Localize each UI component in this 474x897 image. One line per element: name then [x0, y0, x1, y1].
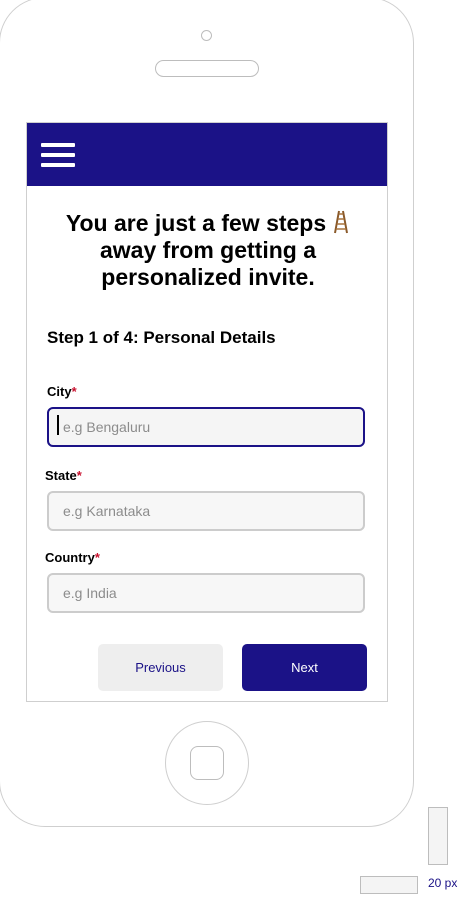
home-square-icon	[190, 746, 224, 780]
previous-button[interactable]: Previous	[98, 644, 223, 691]
camera-icon	[201, 30, 212, 41]
step-title: Step 1 of 4: Personal Details	[47, 328, 276, 347]
ladder-icon	[334, 210, 349, 234]
headline-line2: away from getting a personalized invite.	[100, 237, 316, 290]
page-headline: You are just a few steps away from getti…	[47, 210, 369, 291]
speaker-grille	[155, 60, 259, 77]
state-input[interactable]	[47, 491, 365, 531]
country-label: Country*	[45, 550, 100, 565]
scale-bar-vertical	[428, 807, 448, 865]
headline-line1: You are just a few steps	[65, 210, 327, 236]
app-screen: You are just a few steps away from getti…	[26, 122, 388, 702]
hamburger-menu-icon[interactable]	[41, 141, 75, 169]
country-input[interactable]	[47, 573, 365, 613]
home-button[interactable]	[165, 721, 249, 805]
scale-bar-horizontal	[360, 876, 418, 894]
next-button[interactable]: Next	[242, 644, 367, 691]
state-label: State*	[45, 468, 82, 483]
city-label: City*	[47, 384, 77, 399]
city-input[interactable]	[47, 407, 365, 447]
top-navigation-bar	[27, 123, 387, 186]
text-cursor	[57, 415, 59, 435]
phone-frame: You are just a few steps away from getti…	[0, 0, 414, 827]
scale-label: 20 px	[428, 876, 458, 890]
